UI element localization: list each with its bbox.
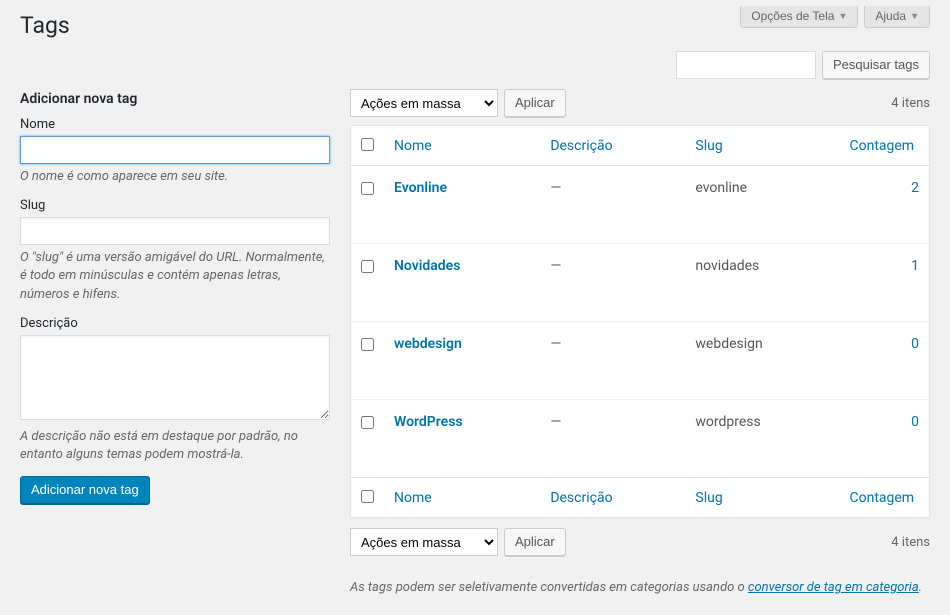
tags-table: Nome Descrição Slug Contagem Evonline — … xyxy=(350,125,930,518)
tag-slug: wordpress xyxy=(685,400,839,478)
tag-slug: novidades xyxy=(685,244,839,322)
tag-count-link[interactable]: 2 xyxy=(911,180,919,196)
tag-name-link[interactable]: webdesign xyxy=(394,336,462,352)
select-all-bottom[interactable] xyxy=(361,490,374,503)
tag-count-link[interactable]: 1 xyxy=(911,258,919,274)
chevron-down-icon: ▼ xyxy=(838,11,847,21)
bulk-apply-button-top[interactable]: Aplicar xyxy=(504,89,566,117)
description-textarea[interactable] xyxy=(20,335,330,420)
description-label: Descrição xyxy=(20,316,330,331)
item-count-top: 4 itens xyxy=(891,96,930,111)
row-checkbox[interactable] xyxy=(361,182,374,195)
col-name-footer[interactable]: Nome xyxy=(394,490,432,506)
table-row: Novidades — novidades 1 xyxy=(351,244,930,322)
description-hint: A descrição não está em destaque por pad… xyxy=(20,428,330,464)
row-checkbox[interactable] xyxy=(361,260,374,273)
name-label: Nome xyxy=(20,117,330,132)
select-all-top[interactable] xyxy=(361,138,374,151)
tag-count-link[interactable]: 0 xyxy=(911,414,919,430)
name-input[interactable] xyxy=(20,136,330,164)
col-count-header[interactable]: Contagem xyxy=(850,138,915,154)
bulk-apply-button-bottom[interactable]: Aplicar xyxy=(504,528,566,556)
category-converter-link[interactable]: conversor de tag em categoria xyxy=(748,580,919,595)
footer-note: As tags podem ser seletivamente converti… xyxy=(350,580,930,595)
tag-desc: — xyxy=(540,400,685,478)
row-checkbox[interactable] xyxy=(361,338,374,351)
col-slug-footer[interactable]: Slug xyxy=(695,490,722,506)
slug-hint: O "slug" é uma versão amigável do URL. N… xyxy=(20,249,330,304)
item-count-bottom: 4 itens xyxy=(891,535,930,550)
tag-desc: — xyxy=(540,322,685,400)
search-input[interactable] xyxy=(676,51,816,79)
col-slug-header[interactable]: Slug xyxy=(695,138,722,154)
form-heading: Adicionar nova tag xyxy=(20,91,330,107)
help-button[interactable]: Ajuda ▼ xyxy=(864,6,930,28)
col-desc-header[interactable]: Descrição xyxy=(550,138,612,154)
row-checkbox[interactable] xyxy=(361,416,374,429)
table-row: Evonline — evonline 2 xyxy=(351,166,930,244)
table-row: webdesign — webdesign 0 xyxy=(351,322,930,400)
bulk-actions-select-top[interactable]: Ações em massa xyxy=(350,89,498,117)
screen-options-label: Opções de Tela xyxy=(751,9,834,23)
tag-desc: — xyxy=(540,244,685,322)
name-hint: O nome é como aparece em seu site. xyxy=(20,168,330,186)
tag-slug: evonline xyxy=(685,166,839,244)
bulk-actions-select-bottom[interactable]: Ações em massa xyxy=(350,528,498,556)
col-count-footer[interactable]: Contagem xyxy=(850,490,915,506)
tag-desc: — xyxy=(540,166,685,244)
tag-slug: webdesign xyxy=(685,322,839,400)
col-desc-footer[interactable]: Descrição xyxy=(550,490,612,506)
tag-name-link[interactable]: Evonline xyxy=(394,180,447,196)
screen-options-button[interactable]: Opções de Tela ▼ xyxy=(740,6,858,28)
slug-input[interactable] xyxy=(20,217,330,245)
table-row: WordPress — wordpress 0 xyxy=(351,400,930,478)
search-button[interactable]: Pesquisar tags xyxy=(822,51,930,79)
chevron-down-icon: ▼ xyxy=(910,11,919,21)
tag-name-link[interactable]: WordPress xyxy=(394,414,463,430)
add-tag-button[interactable]: Adicionar nova tag xyxy=(20,476,150,504)
col-name-header[interactable]: Nome xyxy=(394,138,432,154)
help-label: Ajuda xyxy=(875,9,906,23)
tag-name-link[interactable]: Novidades xyxy=(394,258,460,274)
tag-count-link[interactable]: 0 xyxy=(911,336,919,352)
slug-label: Slug xyxy=(20,198,330,213)
